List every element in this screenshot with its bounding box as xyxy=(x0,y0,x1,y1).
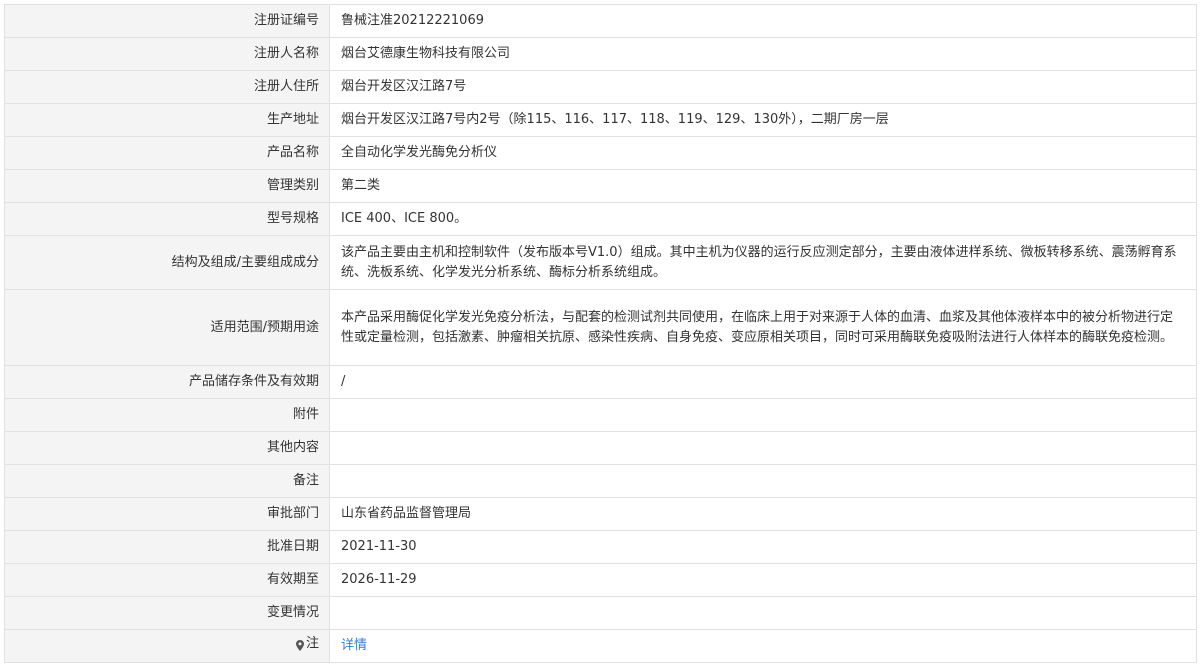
value-registrant-address: 烟台开发区汉江路7号 xyxy=(329,70,1197,104)
label-storage-validity: 产品储存条件及有效期 xyxy=(4,365,330,399)
label-product-name: 产品名称 xyxy=(4,136,330,170)
label-model-specification: 型号规格 xyxy=(4,202,330,236)
row-registrant-name: 注册人名称 烟台艾德康生物科技有限公司 xyxy=(4,37,1197,71)
value-storage-validity: / xyxy=(329,365,1197,399)
value-other-content xyxy=(329,431,1197,465)
row-approval-date: 批准日期 2021-11-30 xyxy=(4,530,1197,564)
registration-info-table: 注册证编号 鲁械注准20212221069 注册人名称 烟台艾德康生物科技有限公… xyxy=(4,4,1197,663)
value-attachment xyxy=(329,398,1197,432)
row-structure-composition: 结构及组成/主要组成成分 该产品主要由主机和控制软件（发布版本号V1.0）组成。… xyxy=(4,235,1197,290)
label-approval-department: 审批部门 xyxy=(4,497,330,531)
label-remarks: 备注 xyxy=(4,464,330,498)
row-intended-use: 适用范围/预期用途 本产品采用酶促化学发光免疫分析法，与配套的检测试剂共同使用，… xyxy=(4,289,1197,366)
value-structure-composition: 该产品主要由主机和控制软件（发布版本号V1.0）组成。其中主机为仪器的运行反应测… xyxy=(329,235,1197,290)
value-valid-until: 2026-11-29 xyxy=(329,563,1197,597)
label-other-content: 其他内容 xyxy=(4,431,330,465)
row-storage-validity: 产品储存条件及有效期 / xyxy=(4,365,1197,399)
row-management-category: 管理类别 第二类 xyxy=(4,169,1197,203)
row-registrant-address: 注册人住所 烟台开发区汉江路7号 xyxy=(4,70,1197,104)
value-production-address: 烟台开发区汉江路7号内2号（除115、116、117、118、119、129、1… xyxy=(329,103,1197,137)
row-valid-until: 有效期至 2026-11-29 xyxy=(4,563,1197,597)
label-structure-composition: 结构及组成/主要组成成分 xyxy=(4,235,330,290)
row-production-address: 生产地址 烟台开发区汉江路7号内2号（除115、116、117、118、119、… xyxy=(4,103,1197,137)
registration-detail-page: 注册证编号 鲁械注准20212221069 注册人名称 烟台艾德康生物科技有限公… xyxy=(0,0,1200,668)
value-approval-department: 山东省药品监督管理局 xyxy=(329,497,1197,531)
label-approval-date: 批准日期 xyxy=(4,530,330,564)
value-change-status xyxy=(329,596,1197,630)
value-remarks xyxy=(329,464,1197,498)
row-note: 注 详情 xyxy=(4,629,1197,663)
row-remarks: 备注 xyxy=(4,464,1197,498)
label-production-address: 生产地址 xyxy=(4,103,330,137)
value-product-name: 全自动化学发光酶免分析仪 xyxy=(329,136,1197,170)
label-valid-until: 有效期至 xyxy=(4,563,330,597)
label-registration-number: 注册证编号 xyxy=(4,4,330,38)
value-registrant-name: 烟台艾德康生物科技有限公司 xyxy=(329,37,1197,71)
value-management-category: 第二类 xyxy=(329,169,1197,203)
row-model-specification: 型号规格 ICE 400、ICE 800。 xyxy=(4,202,1197,236)
value-intended-use: 本产品采用酶促化学发光免疫分析法，与配套的检测试剂共同使用，在临床上用于对来源于… xyxy=(329,289,1197,366)
value-registration-number: 鲁械注准20212221069 xyxy=(329,4,1197,38)
label-intended-use: 适用范围/预期用途 xyxy=(4,289,330,366)
map-pin-icon xyxy=(295,638,304,652)
row-registration-number: 注册证编号 鲁械注准20212221069 xyxy=(4,4,1197,38)
note-label-wrapper: 注 xyxy=(295,634,319,654)
label-attachment: 附件 xyxy=(4,398,330,432)
value-approval-date: 2021-11-30 xyxy=(329,530,1197,564)
row-other-content: 其他内容 xyxy=(4,431,1197,465)
label-registrant-name: 注册人名称 xyxy=(4,37,330,71)
note-label-text: 注 xyxy=(305,635,319,651)
details-link[interactable]: 详情 xyxy=(341,638,367,653)
value-note: 详情 xyxy=(329,629,1197,663)
row-change-status: 变更情况 xyxy=(4,596,1197,630)
row-product-name: 产品名称 全自动化学发光酶免分析仪 xyxy=(4,136,1197,170)
label-change-status: 变更情况 xyxy=(4,596,330,630)
label-note: 注 xyxy=(4,629,330,663)
label-registrant-address: 注册人住所 xyxy=(4,70,330,104)
value-model-specification: ICE 400、ICE 800。 xyxy=(329,202,1197,236)
label-management-category: 管理类别 xyxy=(4,169,330,203)
row-approval-department: 审批部门 山东省药品监督管理局 xyxy=(4,497,1197,531)
row-attachment: 附件 xyxy=(4,398,1197,432)
